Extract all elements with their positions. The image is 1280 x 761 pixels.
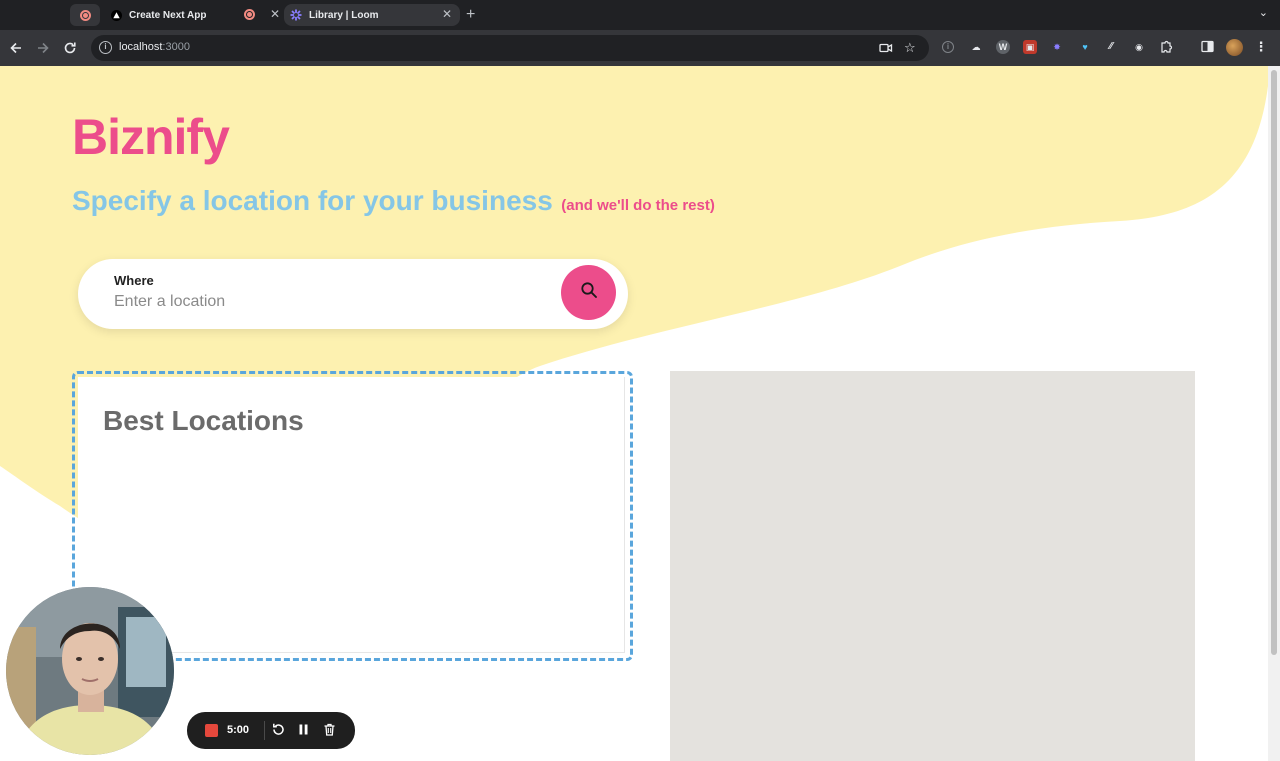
loom-logo-icon <box>290 9 302 21</box>
tagline: Specify a location for your business (an… <box>72 185 715 217</box>
tab-title: Create Next App <box>129 9 207 21</box>
scrollbar-thumb[interactable] <box>1271 70 1277 655</box>
loom-extension-icon[interactable]: ✸ <box>1050 40 1064 54</box>
screenshot-extension-icon[interactable]: ◉ <box>1132 40 1146 54</box>
red-extension-icon[interactable]: ▣ <box>1023 40 1037 54</box>
tab-library-loom[interactable]: Library | Loom ✕ <box>284 4 460 26</box>
recording-timer: 5:00 <box>227 724 250 736</box>
address-bar[interactable]: i localhost:3000 ☆ <box>91 35 929 61</box>
cloud-extension-icon[interactable]: ☁ <box>969 40 983 54</box>
page-viewport: Biznify Specify a location for your busi… <box>0 66 1268 761</box>
back-arrow-icon[interactable] <box>6 38 26 58</box>
best-locations-list: Best Locations <box>78 377 625 653</box>
analytics-extension-icon[interactable]: ⁄⁄ <box>1104 40 1118 54</box>
new-tab-button[interactable]: + <box>466 4 475 26</box>
chevron-down-icon[interactable]: ⌄ <box>1259 6 1268 19</box>
restart-icon[interactable] <box>271 722 288 739</box>
loom-recording-controls: 5:00 <box>187 712 355 749</box>
webcam-person-image <box>6 587 174 755</box>
best-locations-panel: Best Locations <box>72 371 633 661</box>
where-label: Where <box>114 273 154 288</box>
camera-icon[interactable] <box>879 40 893 58</box>
recording-icon <box>79 9 91 21</box>
forward-arrow-icon[interactable] <box>33 38 53 58</box>
vercel-triangle-icon <box>110 9 122 21</box>
browser-toolbar: i localhost:3000 ☆ i ☁ W ▣ ✸ ♥ ⁄⁄ ◉ ⋮ <box>0 30 1280 66</box>
sidebar-icon[interactable] <box>1200 40 1214 54</box>
location-search-bar: Where <box>78 259 628 329</box>
tab-recording[interactable] <box>70 4 100 26</box>
best-locations-title: Best Locations <box>103 405 304 436</box>
w-extension-icon[interactable]: W <box>996 40 1010 54</box>
tab-create-next-app[interactable]: Create Next App ✕ <box>106 4 280 26</box>
divider <box>264 721 265 740</box>
page-scrollbar[interactable] <box>1268 66 1280 761</box>
pause-icon[interactable] <box>296 722 313 739</box>
search-icon <box>580 281 598 304</box>
tagline-sub: (and we'll do the rest) <box>561 197 715 214</box>
trash-icon[interactable] <box>322 722 339 739</box>
puzzle-extensions-icon[interactable] <box>1159 40 1173 54</box>
recording-icon <box>244 9 255 20</box>
search-button[interactable] <box>561 265 616 320</box>
browser-tab-strip: Create Next App ✕ Library | Loom ✕ + ⌄ <box>0 0 1280 30</box>
close-tab-icon[interactable]: ✕ <box>442 7 452 21</box>
map-area[interactable] <box>670 371 1195 761</box>
info-icon[interactable]: i <box>99 41 112 54</box>
url-text: localhost:3000 <box>119 41 190 53</box>
bookmark-star-icon[interactable]: ☆ <box>904 40 916 56</box>
brand-logo-text: Biznify <box>72 109 230 165</box>
tab-title: Library | Loom <box>309 9 379 21</box>
kebab-menu-icon[interactable]: ⋮ <box>1254 40 1268 54</box>
reload-icon[interactable] <box>60 38 80 58</box>
info-extension-icon[interactable]: i <box>942 41 954 53</box>
webcam-bubble[interactable] <box>6 587 174 755</box>
heart-extension-icon[interactable]: ♥ <box>1078 40 1092 54</box>
tagline-main: Specify a location for your business <box>72 185 553 216</box>
location-input[interactable] <box>114 291 514 313</box>
stop-icon[interactable] <box>205 724 218 737</box>
profile-avatar[interactable] <box>1226 39 1243 56</box>
close-tab-icon[interactable]: ✕ <box>270 7 280 21</box>
